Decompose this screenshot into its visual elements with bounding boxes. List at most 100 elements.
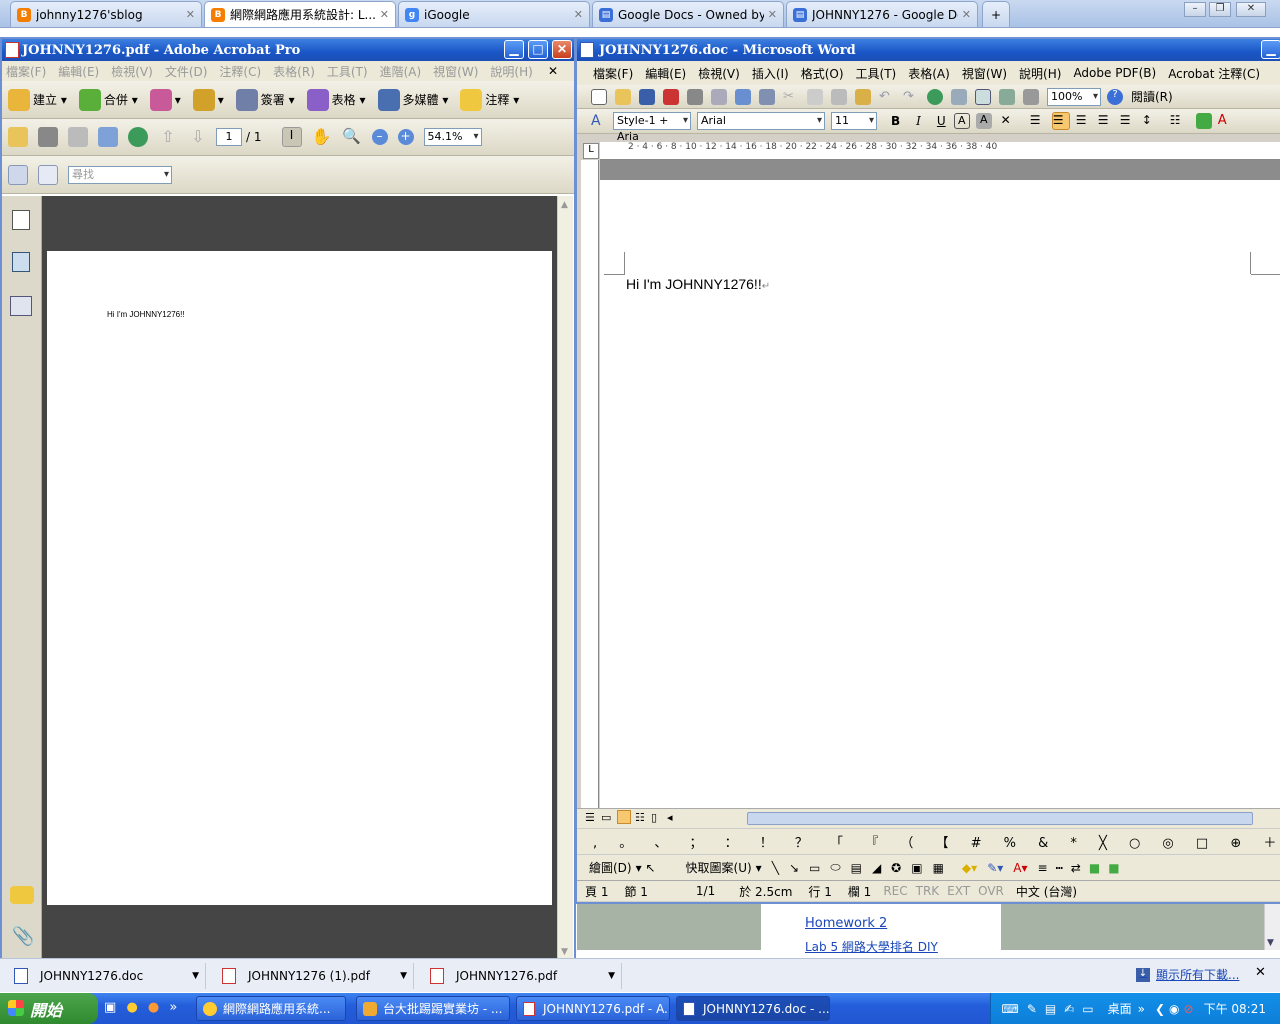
close-document-icon[interactable]: ✕: [548, 64, 558, 78]
menu-window[interactable]: 視窗(W): [962, 65, 1007, 82]
draw-menu-button[interactable]: 繪圖(D): [589, 859, 632, 876]
line-style-icon[interactable]: ≡: [1038, 861, 1048, 875]
acrobat-scrollbar[interactable]: ▲ ▼: [557, 196, 573, 961]
taskbar-item-ptt[interactable]: 台大批踢踢實業坊 - ...: [356, 996, 510, 1021]
shadow-icon[interactable]: ■: [1089, 861, 1100, 875]
menu-advanced[interactable]: 進階(A): [380, 63, 422, 80]
pages-icon[interactable]: [12, 210, 30, 230]
webpage-scrollbar[interactable]: ▼: [1264, 904, 1280, 950]
close-icon[interactable]: ✕: [574, 8, 583, 21]
status-rec[interactable]: REC: [879, 884, 911, 898]
justify-icon[interactable]: ☰: [1030, 113, 1046, 129]
cut-icon[interactable]: ✂: [783, 89, 799, 105]
word-document-page[interactable]: Hi I'm JOHNNY1276!!↵: [600, 180, 1280, 808]
acrobat-maximize-button[interactable]: □: [528, 40, 548, 59]
handwriting-icon[interactable]: ✍: [1064, 1002, 1074, 1016]
browser-tab-course[interactable]: B 網際網路應用系統設計: L... ✕: [204, 1, 396, 27]
tables-borders-icon[interactable]: [951, 88, 967, 105]
close-icon[interactable]: ✕: [186, 8, 195, 21]
menu-help[interactable]: 說明(H): [490, 63, 532, 80]
highlight-icon[interactable]: [1195, 113, 1212, 129]
insert-table-icon[interactable]: [975, 88, 991, 105]
browser-restore-button[interactable]: ❐: [1209, 2, 1231, 17]
find-input[interactable]: 尋找: [68, 165, 172, 184]
menu-insert[interactable]: 插入(I): [752, 65, 789, 82]
fit-page-icon[interactable]: [38, 164, 58, 185]
menu-tools[interactable]: 工具(T): [327, 63, 368, 80]
chrome-icon[interactable]: ●: [126, 1000, 137, 1015]
print-layout-icon[interactable]: [617, 810, 631, 824]
styles-icon[interactable]: A: [591, 113, 607, 129]
acrobat-title-bar[interactable]: JOHNNY1276.pdf - Adobe Acrobat Pro ▁ □ ✕: [2, 39, 574, 61]
word-title-bar[interactable]: JOHNNY1276.doc - Microsoft Word ▁: [577, 39, 1280, 61]
menu-view[interactable]: 檢視(V): [111, 63, 153, 80]
print-icon[interactable]: [687, 88, 703, 105]
menu-edit[interactable]: 編輯(E): [58, 63, 99, 80]
line-color-icon[interactable]: ✎▾: [987, 861, 1003, 875]
insert-excel-icon[interactable]: [999, 88, 1015, 105]
align-center-icon[interactable]: ☰: [1076, 113, 1092, 129]
font-combo[interactable]: Arial: [697, 112, 825, 130]
zoom-in-icon[interactable]: +: [397, 129, 414, 145]
menu-file[interactable]: 檔案(F): [6, 63, 46, 80]
browser-tab-docs[interactable]: ▤ Google Docs - Owned by me✕: [592, 1, 784, 27]
undo-icon[interactable]: ↶: [879, 89, 895, 105]
create-button[interactable]: 建立 ▾: [8, 88, 67, 111]
normal-view-icon[interactable]: ☰: [585, 811, 595, 824]
line-spacing-icon[interactable]: ↕: [1142, 113, 1158, 129]
menu-forms[interactable]: 表格(R): [273, 63, 315, 80]
email-icon[interactable]: [98, 127, 118, 147]
menu-adobe-pdf[interactable]: Adobe PDF(B): [1073, 66, 1156, 80]
save-icon[interactable]: [68, 127, 88, 147]
word-zoom-combo[interactable]: 100%: [1047, 87, 1101, 106]
input-method-icon[interactable]: ▤: [1045, 1002, 1056, 1016]
insert-picture-icon[interactable]: ▦: [933, 861, 944, 875]
browser-tab-blog[interactable]: B johnny1276'sblog ✕: [10, 1, 202, 27]
sign-button[interactable]: 簽署 ▾: [235, 88, 295, 111]
pen-icon[interactable]: ✎: [1027, 1002, 1037, 1016]
close-icon[interactable]: ✕: [380, 8, 389, 21]
chevron-down-icon[interactable]: ▼: [192, 971, 199, 981]
arrow-style-icon[interactable]: ⇄: [1071, 861, 1081, 875]
character-border-icon[interactable]: A: [953, 113, 970, 129]
scroll-down-icon[interactable]: ▼: [1267, 938, 1274, 948]
browser-minimize-button[interactable]: –: [1184, 2, 1206, 17]
status-trk[interactable]: TRK: [912, 884, 944, 898]
reading-view-icon[interactable]: ▯: [651, 811, 657, 824]
menu-file[interactable]: 檔案(F): [593, 65, 633, 82]
font-color-icon[interactable]: A: [1218, 113, 1234, 129]
print-preview-icon[interactable]: [711, 88, 727, 105]
textbox-tool-icon[interactable]: ▤: [851, 861, 862, 875]
help-icon[interactable]: ?: [1107, 88, 1123, 105]
save-icon[interactable]: [639, 88, 655, 105]
homework-2-link[interactable]: Homework 2: [805, 916, 887, 931]
redo-icon[interactable]: ↷: [903, 89, 919, 105]
align-left-icon[interactable]: ☰: [1051, 112, 1070, 130]
oval-tool-icon[interactable]: ⬭: [830, 860, 840, 875]
clock[interactable]: 下午 08:21: [1204, 1000, 1266, 1017]
web-view-icon[interactable]: ▭: [601, 811, 611, 824]
select-objects-icon[interactable]: ▾ ↖: [636, 861, 656, 875]
secure-button[interactable]: ▾: [192, 88, 224, 111]
chevron-down-icon[interactable]: ▼: [608, 971, 615, 981]
close-download-shelf-button[interactable]: ✕: [1255, 965, 1266, 980]
start-button[interactable]: 開始: [0, 993, 98, 1024]
numbering-icon[interactable]: ☷: [1170, 113, 1186, 129]
arrow-tool-icon[interactable]: ↘: [789, 861, 799, 875]
desktop-icon[interactable]: ▣: [104, 1000, 116, 1015]
antivirus-icon[interactable]: ⊘: [1184, 1002, 1194, 1016]
print-icon[interactable]: [38, 127, 58, 147]
page-number-input[interactable]: 1: [216, 128, 242, 146]
status-ext[interactable]: EXT: [943, 884, 974, 898]
select-tool-icon[interactable]: I: [281, 127, 302, 147]
3d-icon[interactable]: ■: [1108, 861, 1119, 875]
browser-tab-igoogle[interactable]: g iGoogle ✕: [398, 1, 590, 27]
browser-close-button[interactable]: ✕: [1236, 2, 1266, 17]
convert-pdf-icon[interactable]: [663, 88, 679, 105]
forms-button[interactable]: 表格 ▾: [306, 88, 366, 111]
keyboard-icon[interactable]: ⌨: [1001, 1002, 1018, 1016]
menu-comments[interactable]: 注釋(C): [219, 63, 261, 80]
attachment-icon[interactable]: 📎: [12, 926, 34, 947]
next-page-icon[interactable]: ⇩: [188, 127, 208, 147]
menu-window[interactable]: 視窗(W): [433, 63, 478, 80]
